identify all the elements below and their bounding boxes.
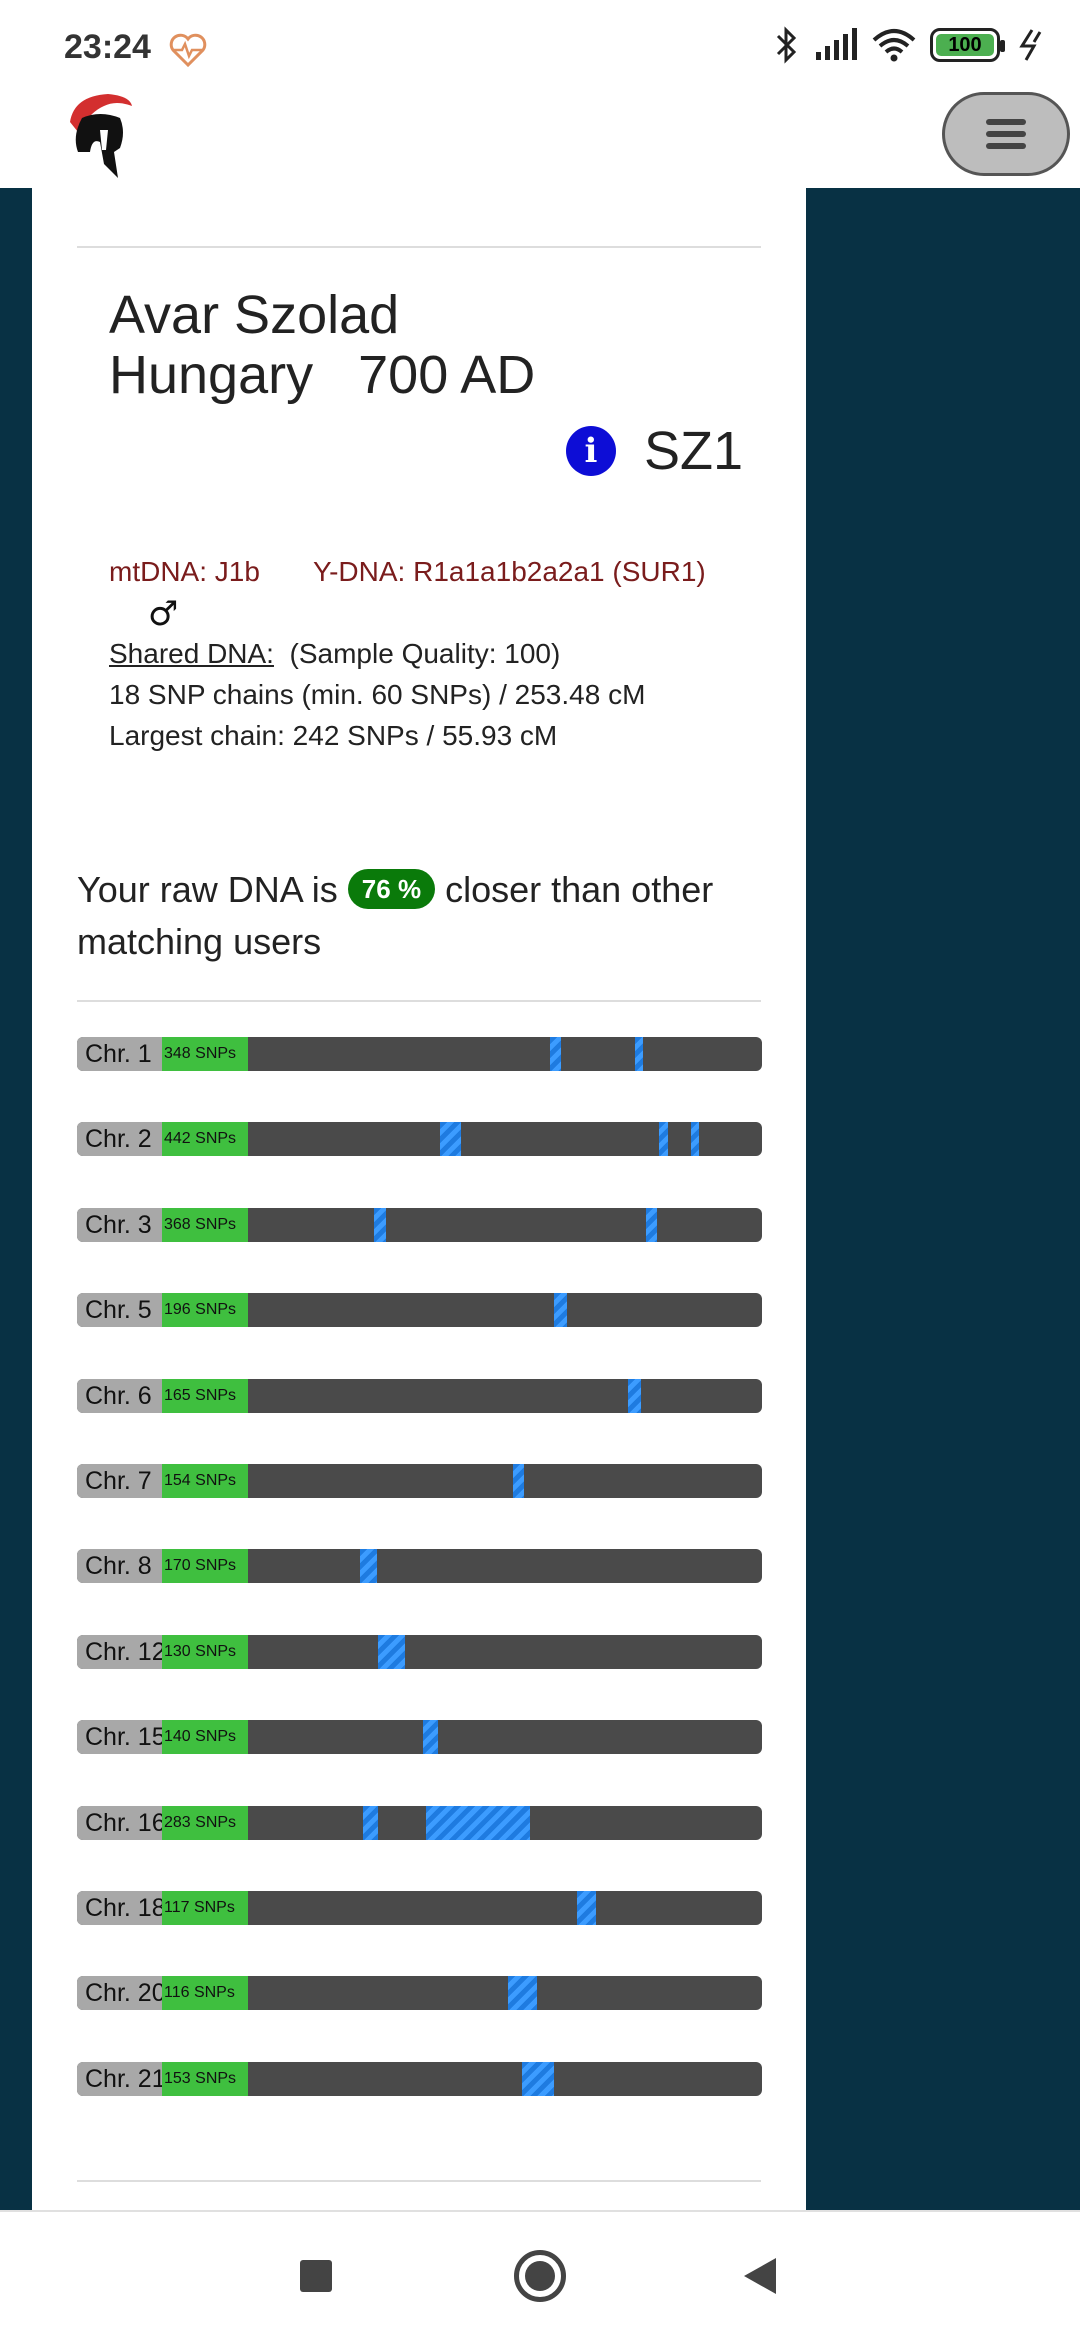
shared-segment[interactable]: [425, 1806, 531, 1840]
chromosome-label: Chr. 8: [77, 1549, 162, 1583]
sample-quality: (Sample Quality: 100): [289, 638, 561, 669]
chromosome-bar[interactable]: Chr. 7 154 SNPs: [77, 1464, 762, 1498]
chromosome-label: Chr. 7: [77, 1464, 162, 1498]
shared-segment[interactable]: [659, 1122, 669, 1156]
chromosome-snp-count: 368 SNPs: [162, 1208, 248, 1242]
status-time: 23:24: [64, 28, 151, 66]
sample-origin: Hungary 700 AD: [109, 344, 535, 406]
chromosome-label: Chr. 15: [77, 1720, 162, 1754]
info-icon[interactable]: i: [566, 426, 616, 476]
chromosome-bar[interactable]: Chr. 20 116 SNPs: [77, 1976, 762, 2010]
chromosome-snp-count: 442 SNPs: [162, 1122, 248, 1156]
shared-segment[interactable]: [645, 1208, 658, 1242]
ydna-haplogroup: Y-DNA: R1a1a1b2a2a1 (SUR1): [313, 556, 706, 587]
charging-icon: [1019, 29, 1042, 61]
recents-square-icon[interactable]: [300, 2260, 332, 2292]
wifi-icon: [872, 29, 916, 62]
shared-segment[interactable]: [507, 1976, 537, 2010]
home-circle-icon[interactable]: [514, 2250, 566, 2302]
sample-date: 700 AD: [358, 345, 536, 405]
shared-segment[interactable]: [422, 1720, 438, 1754]
shared-segment[interactable]: [549, 1037, 561, 1071]
chromosome-snp-count: 130 SNPs: [162, 1635, 248, 1669]
chromosome-snp-count: 153 SNPs: [162, 2062, 248, 2096]
mtdna-haplogroup: mtDNA: J1b: [109, 556, 260, 587]
shared-segment[interactable]: [440, 1122, 462, 1156]
shared-dna-line: Shared DNA: (Sample Quality: 100): [109, 638, 560, 670]
battery-icon: 100: [930, 28, 1005, 62]
chromosome-label: Chr. 18: [77, 1891, 162, 1925]
chromosome-bar[interactable]: Chr. 2 442 SNPs: [77, 1122, 762, 1156]
chromosome-label: Chr. 2: [77, 1122, 162, 1156]
chromosome-snp-count: 154 SNPs: [162, 1464, 248, 1498]
chromosome-bar[interactable]: Chr. 16 283 SNPs: [77, 1806, 762, 1840]
chromosome-bar[interactable]: Chr. 8 170 SNPs: [77, 1549, 762, 1583]
shared-segment[interactable]: [378, 1635, 406, 1669]
chromosome-bar[interactable]: Chr. 21 153 SNPs: [77, 2062, 762, 2096]
snp-chains-summary: 18 SNP chains (min. 60 SNPs) / 253.48 cM: [109, 679, 646, 710]
chromosome-bar[interactable]: Chr. 18 117 SNPs: [77, 1891, 762, 1925]
heart-rate-icon: [169, 33, 207, 68]
back-triangle-icon[interactable]: [744, 2258, 776, 2294]
shared-segment[interactable]: [359, 1549, 378, 1583]
hamburger-menu-icon: [986, 113, 1026, 155]
navigation-bar: [0, 2210, 1080, 2340]
chromosome-snp-count: 196 SNPs: [162, 1293, 248, 1327]
chromosome-label: Chr. 12: [77, 1635, 162, 1669]
chromosome-label: Chr. 1: [77, 1037, 162, 1071]
chromosome-bar[interactable]: Chr. 3 368 SNPs: [77, 1208, 762, 1242]
divider-middle: [77, 1000, 761, 1002]
largest-chain-summary: Largest chain: 242 SNPs / 55.93 cM: [109, 720, 558, 751]
chromosome-bar[interactable]: Chr. 6 165 SNPs: [77, 1379, 762, 1413]
shared-segment[interactable]: [522, 2062, 554, 2096]
male-sex-icon: ♂: [148, 594, 179, 634]
sample-name: Avar Szolad: [109, 285, 400, 345]
chromosome-snp-count: 348 SNPs: [162, 1037, 248, 1071]
shared-segment[interactable]: [554, 1293, 567, 1327]
chromosome-bar[interactable]: Chr. 12 130 SNPs: [77, 1635, 762, 1669]
chromosome-bar[interactable]: Chr. 1 348 SNPs: [77, 1037, 762, 1071]
shared-segment[interactable]: [577, 1891, 596, 1925]
chromosome-bar[interactable]: Chr. 5 196 SNPs: [77, 1293, 762, 1327]
shared-segment[interactable]: [627, 1379, 641, 1413]
spartan-helmet-logo[interactable]: [60, 92, 136, 180]
battery-level: 100: [948, 33, 982, 56]
percent-badge: 76 %: [347, 869, 436, 909]
menu-button[interactable]: [942, 92, 1070, 176]
chromosome-snp-count: 117 SNPs: [162, 1891, 248, 1925]
chromosome-label: Chr. 6: [77, 1379, 162, 1413]
comparison-prefix: Your raw DNA is: [77, 869, 338, 910]
chromosome-label: Chr. 16: [77, 1806, 162, 1840]
chromosome-bar[interactable]: Chr. 15 140 SNPs: [77, 1720, 762, 1754]
chromosome-snp-count: 116 SNPs: [162, 1976, 248, 2010]
chromosome-snp-count: 140 SNPs: [162, 1720, 248, 1754]
sample-location: Hungary: [109, 345, 314, 405]
bluetooth-icon: [776, 26, 797, 64]
shared-segment[interactable]: [374, 1208, 386, 1242]
chromosome-label: Chr. 21: [77, 2062, 162, 2096]
chromosome-label: Chr. 20: [77, 1976, 162, 2010]
sample-code: SZ1: [644, 421, 744, 481]
divider-top: [77, 246, 761, 248]
shared-segment[interactable]: [362, 1806, 378, 1840]
comparison-text: Your raw DNA is 76 % closer than other m…: [77, 864, 777, 968]
chromosome-label: Chr. 5: [77, 1293, 162, 1327]
shared-segment[interactable]: [690, 1122, 699, 1156]
status-icons: 100: [774, 26, 1044, 64]
chromosome-label: Chr. 3: [77, 1208, 162, 1242]
shared-dna-label: Shared DNA:: [109, 638, 274, 669]
chromosome-snp-count: 170 SNPs: [162, 1549, 248, 1583]
app-header: [0, 92, 1080, 188]
status-bar: 23:24 100: [0, 0, 1080, 92]
chromosome-snp-count: 283 SNPs: [162, 1806, 248, 1840]
divider-bottom: [77, 2180, 761, 2182]
shared-segment[interactable]: [634, 1037, 643, 1071]
chromosome-snp-count: 165 SNPs: [162, 1379, 248, 1413]
signal-icon: [816, 28, 857, 60]
shared-segment[interactable]: [513, 1464, 525, 1498]
